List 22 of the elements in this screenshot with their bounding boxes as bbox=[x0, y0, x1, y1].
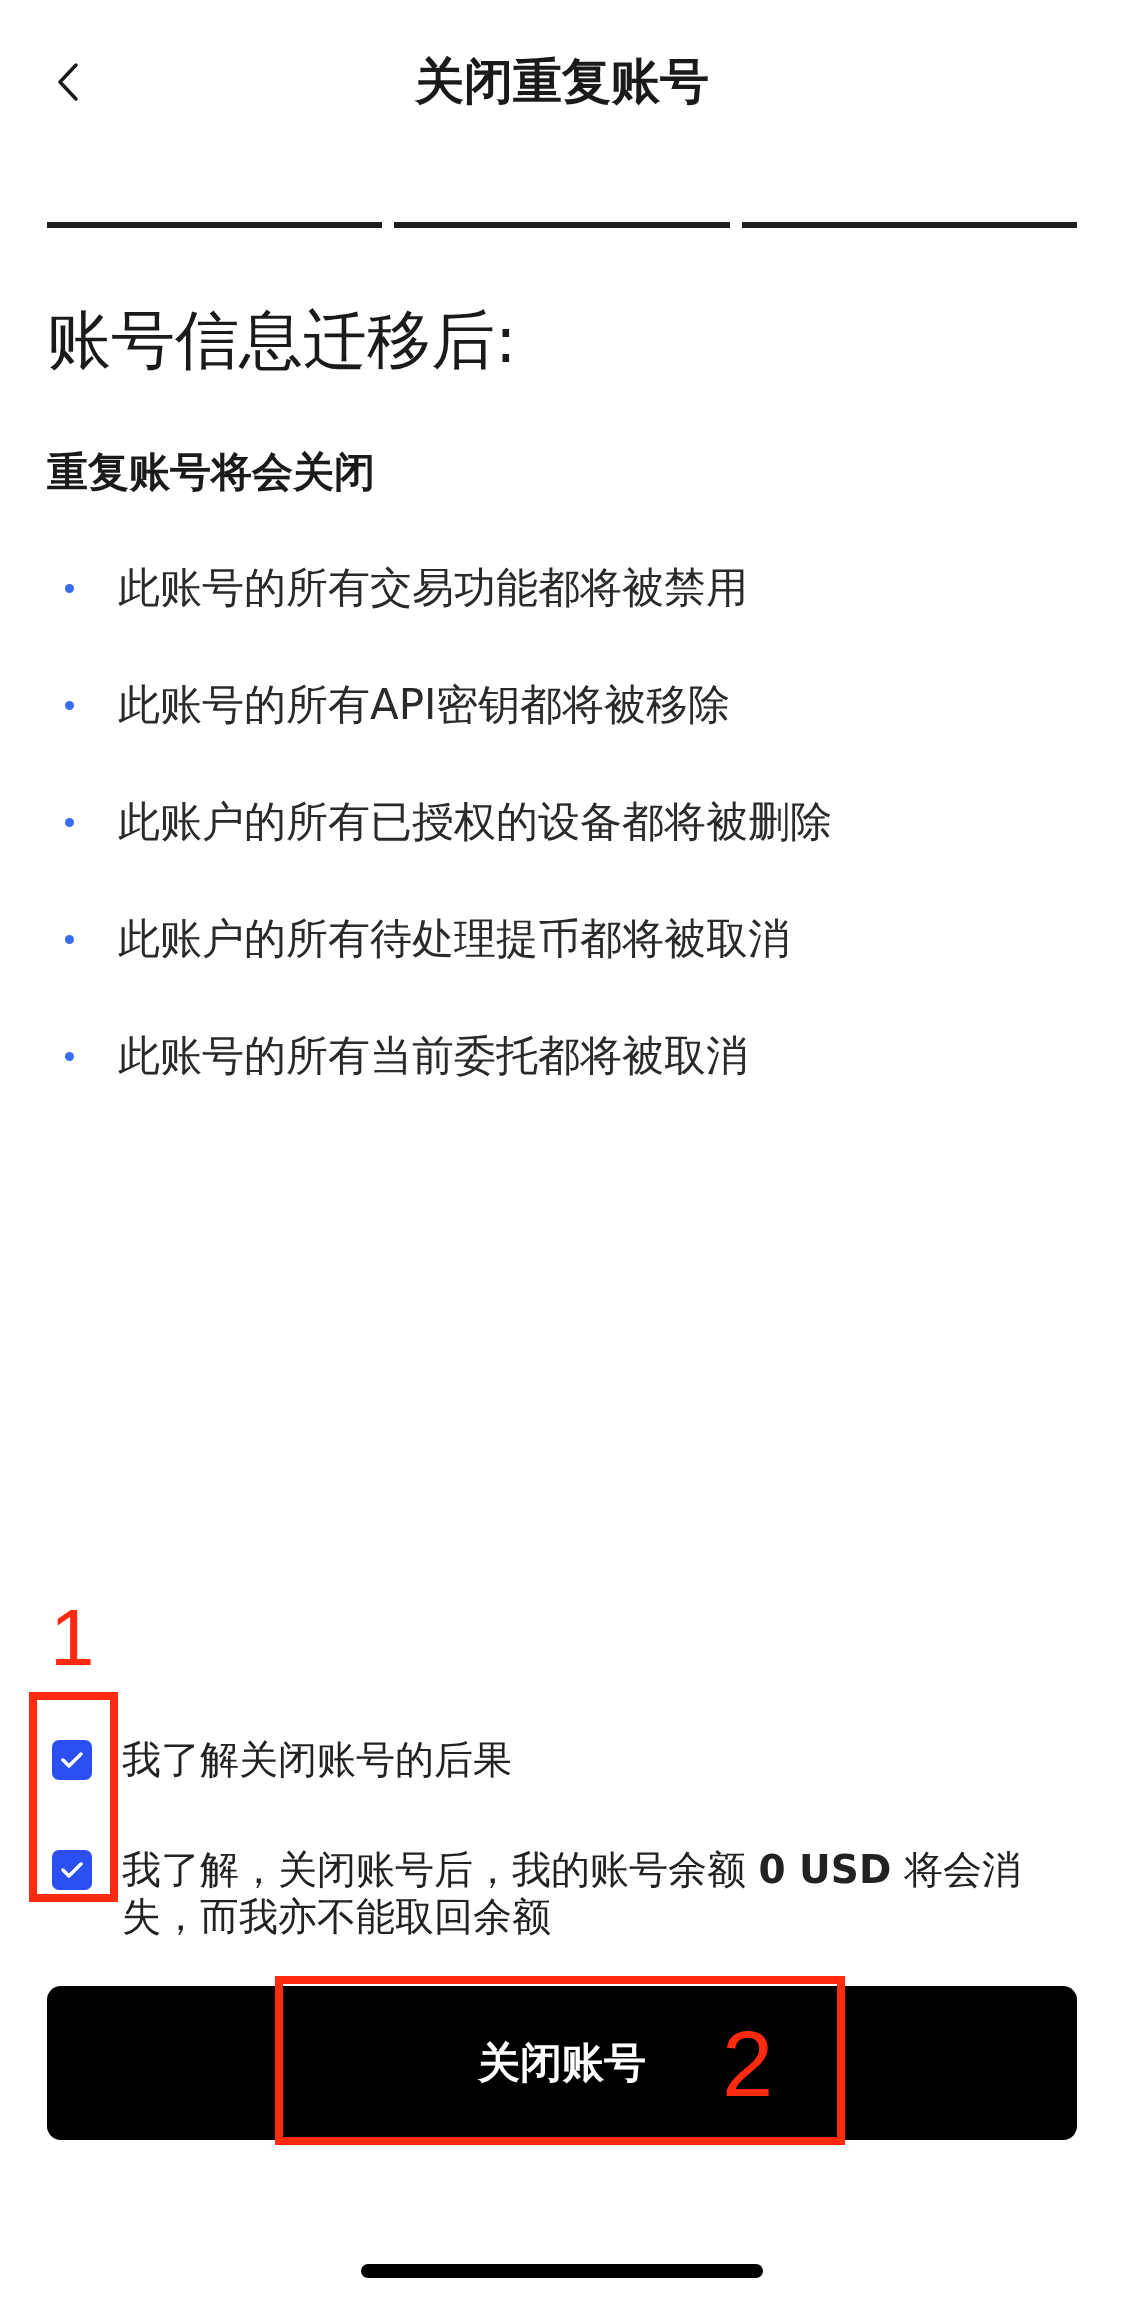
list-item-text: 此账号的所有API密钥都将被移除 bbox=[118, 680, 731, 730]
list-item-text: 此账户的所有已授权的设备都将被删除 bbox=[118, 797, 832, 847]
list-item-text: 此账号的所有当前委托都将被取消 bbox=[118, 1031, 748, 1081]
bullet-icon bbox=[65, 1051, 74, 1061]
checkbox[interactable] bbox=[52, 1850, 92, 1890]
checkbox[interactable] bbox=[52, 1740, 92, 1780]
section-heading: 账号信息迁移后: bbox=[47, 302, 518, 379]
bullet-icon bbox=[65, 934, 74, 944]
bullet-icon bbox=[65, 817, 74, 827]
back-icon[interactable] bbox=[57, 62, 79, 102]
bullet-icon bbox=[65, 700, 74, 710]
list-item-text: 此账号的所有交易功能都将被禁用 bbox=[118, 563, 748, 613]
bullet-icon bbox=[65, 583, 74, 593]
annotation-number: 1 bbox=[50, 1598, 95, 1678]
agreement-text: 我了解，关闭账号后，我的账号余额 0 USD 将会消失，而我亦不能取回余额 bbox=[122, 1846, 1022, 1940]
check-icon bbox=[61, 1862, 83, 1878]
section-subheading: 重复账号将会关闭 bbox=[47, 447, 376, 498]
list-item-text: 此账户的所有待处理提币都将被取消 bbox=[118, 914, 790, 964]
agreement-text: 我了解关闭账号的后果 bbox=[122, 1736, 513, 1783]
check-icon bbox=[61, 1752, 83, 1768]
annotation-number: 2 bbox=[722, 2018, 774, 2110]
page-title: 关闭重复账号 bbox=[415, 52, 709, 112]
